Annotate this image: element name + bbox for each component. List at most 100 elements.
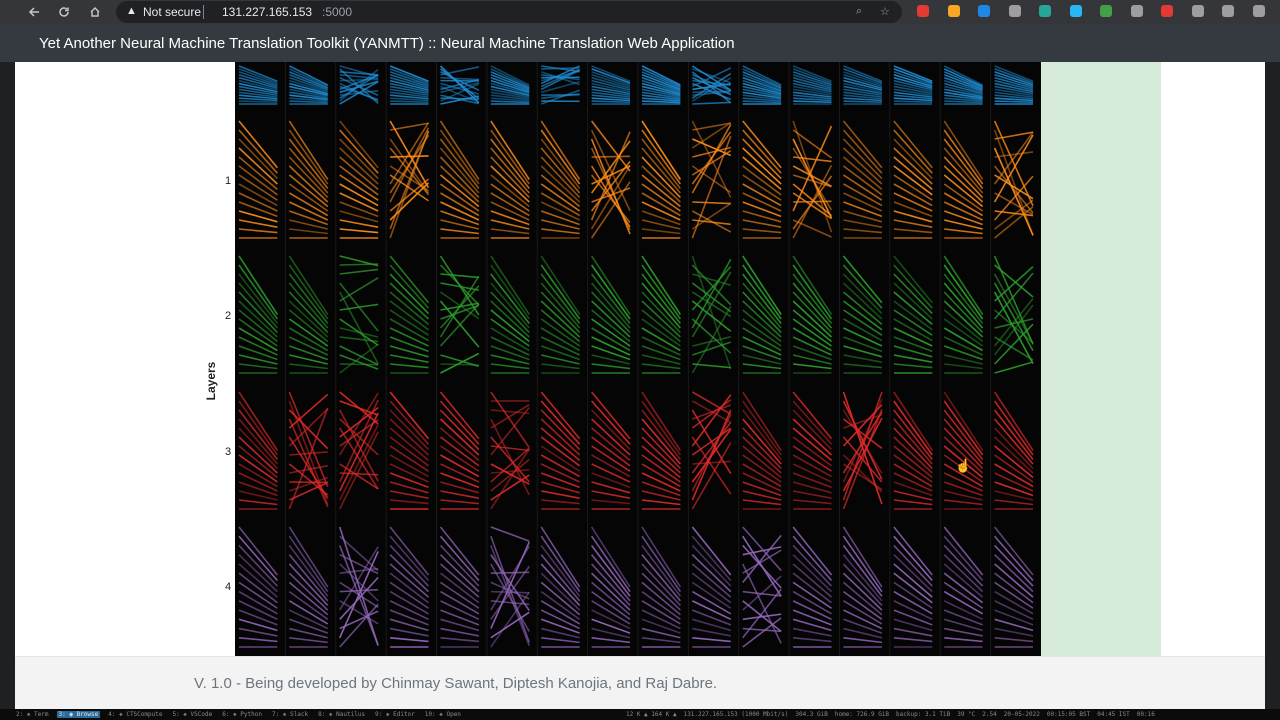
system-info-item: 00:15:05 BST	[1046, 711, 1091, 718]
attention-head	[238, 120, 278, 239]
attention-head	[893, 255, 933, 374]
system-info-item: 04:45 IST	[1097, 711, 1130, 718]
attention-head	[993, 255, 1034, 374]
system-info-item: 304.3 GiB	[795, 711, 828, 718]
system-info-item: 2.54	[982, 711, 997, 718]
attention-head	[943, 391, 984, 510]
attention-head	[339, 255, 379, 374]
extension-icon[interactable]	[1222, 5, 1234, 17]
attention-head	[590, 526, 631, 648]
url-port[interactable]: :5000	[322, 5, 352, 19]
attention-head	[339, 391, 379, 510]
url-host[interactable]: 131.227.165.153	[222, 5, 312, 19]
workspace-item[interactable]: 3: ◉ Browse	[56, 711, 101, 718]
workspace-item[interactable]: 7: ◈ Slack	[270, 711, 310, 718]
attention-head	[641, 120, 682, 239]
attention-head	[339, 65, 379, 105]
attention-head	[742, 120, 782, 239]
layer-row	[238, 526, 1034, 648]
attention-head	[994, 526, 1034, 648]
attention-head	[238, 255, 279, 374]
extension-icon[interactable]	[1252, 5, 1265, 17]
attention-head	[540, 391, 581, 510]
bookmark-star-icon[interactable]: ☆	[880, 5, 890, 18]
extension-icon[interactable]	[1008, 5, 1021, 17]
attention-head	[893, 65, 933, 105]
extension-icon[interactable]	[947, 5, 960, 17]
layer-label: 2	[224, 310, 232, 322]
attention-head	[490, 255, 530, 374]
attention-head	[591, 65, 631, 105]
system-info-item: 00:16	[1136, 711, 1155, 718]
attention-head	[893, 120, 933, 239]
attention-head	[490, 120, 530, 239]
attention-head	[993, 120, 1034, 239]
extension-icon[interactable]	[1130, 5, 1143, 17]
attention-head	[439, 255, 480, 374]
workspace-item[interactable]: 4: ◈ CTSCompute	[106, 711, 164, 718]
workspace-item[interactable]: 10: ◈ Open	[423, 711, 463, 718]
extension-icon[interactable]	[1161, 5, 1173, 17]
attention-head	[490, 65, 530, 105]
extension-icon[interactable]	[917, 5, 929, 17]
layer-row	[238, 65, 1034, 105]
attention-head	[943, 526, 984, 648]
app-title[interactable]: Yet Another Neural Machine Translation T…	[39, 35, 735, 52]
attention-head	[238, 391, 279, 510]
attention-head	[792, 391, 833, 510]
layers-axis-title: Layers	[204, 361, 218, 401]
security-label[interactable]: Not secure	[143, 5, 201, 19]
attention-head	[943, 120, 984, 239]
layer-row	[238, 255, 1034, 374]
attention-head	[641, 526, 682, 648]
omnibox-separator	[203, 5, 204, 19]
attention-head	[540, 120, 581, 239]
attention-head	[439, 391, 480, 510]
attention-head	[691, 120, 732, 239]
layer-row	[238, 120, 1034, 239]
attention-head	[288, 391, 329, 510]
attention-head	[641, 65, 681, 105]
attention-head	[591, 391, 631, 510]
attention-head	[540, 65, 580, 105]
system-info-item: 39 °C	[957, 711, 976, 718]
browser-toolbar: ▲ Not secure 131.227.165.153 :5000 ⌕ ☆	[0, 0, 1280, 24]
attention-head	[691, 65, 732, 105]
layer-label: 4	[224, 581, 232, 593]
attention-head	[993, 391, 1034, 510]
attention-head	[691, 391, 732, 510]
system-info-item: 131.227.165.153 (1000 Mbit/s)	[683, 711, 789, 718]
attention-head	[943, 255, 984, 374]
layer-axis-area	[187, 62, 235, 656]
extension-icon[interactable]	[1069, 5, 1082, 17]
workspace-item[interactable]: 2: ◈ Term	[14, 711, 51, 718]
home-icon[interactable]	[86, 3, 104, 21]
attention-head	[490, 526, 531, 648]
attention-head	[893, 391, 933, 510]
app-header: Yet Another Neural Machine Translation T…	[0, 24, 1280, 62]
workspace-item[interactable]: 5: ◈ VSCode	[170, 711, 214, 718]
extension-icon[interactable]	[1039, 5, 1051, 17]
attention-head	[994, 65, 1034, 105]
reload-icon[interactable]	[55, 3, 73, 21]
layer-label: 1	[224, 175, 232, 187]
extension-icon[interactable]	[978, 5, 990, 17]
workspace-item[interactable]: 6: ◈ Python	[220, 711, 264, 718]
workspace-item[interactable]: 9: ◈ Editor	[373, 711, 417, 718]
attention-head	[641, 391, 682, 510]
attention-head	[792, 65, 832, 105]
layer-row	[238, 391, 1034, 510]
zoom-icon[interactable]: ⌕	[856, 5, 862, 18]
back-arrow-icon[interactable]	[25, 3, 43, 21]
attention-head	[691, 255, 732, 374]
system-info: 12 K ▲ 164 K ▲ 131.227.165.153 (1000 Mbit…	[626, 711, 1155, 718]
attention-head	[338, 526, 379, 648]
warning-icon[interactable]: ▲	[126, 5, 137, 17]
attention-head	[490, 391, 530, 510]
attention-head	[288, 120, 329, 239]
attention-head	[389, 255, 430, 374]
extension-icon[interactable]	[1191, 5, 1204, 17]
address-bar[interactable]: ▲ Not secure 131.227.165.153 :5000 ⌕ ☆	[116, 1, 902, 23]
extension-icon[interactable]	[1100, 5, 1112, 17]
workspace-item[interactable]: 8: ◈ Nautilus	[316, 711, 367, 718]
